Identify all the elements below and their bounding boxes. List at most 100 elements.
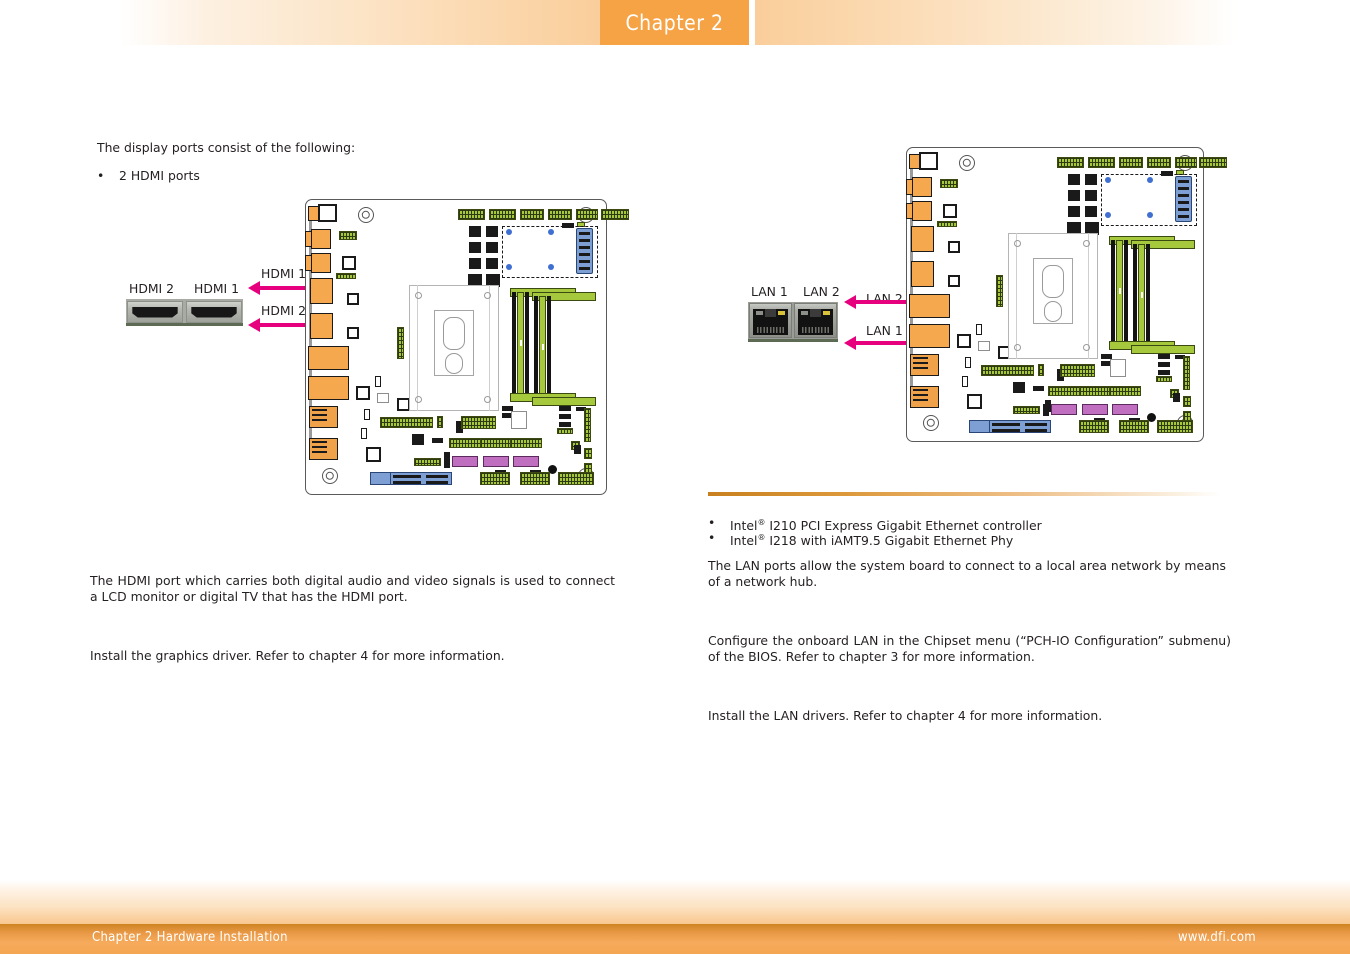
mini-pcie-pin	[1178, 201, 1189, 204]
lan2-photo-label: LAN 2	[803, 284, 840, 299]
header-front-panel	[1060, 364, 1095, 377]
jumper-a	[375, 376, 381, 387]
cpu-hole-tr	[484, 292, 491, 299]
header-small-green-b	[1156, 376, 1172, 382]
header-bottom-1	[480, 472, 510, 485]
header-gradient-left	[120, 0, 600, 45]
jumper-b	[965, 357, 971, 368]
jumper-e	[432, 438, 443, 443]
bullet-hdmi-ports: • 2 HDMI ports	[97, 168, 517, 184]
hdmi-connector-photo	[126, 299, 243, 326]
cpu-die-upper	[1042, 265, 1064, 298]
header-small-green-a	[437, 416, 443, 428]
pcie-contact-row	[393, 481, 421, 484]
dimm-slot-2-right	[547, 296, 551, 402]
header-green-io-b	[937, 221, 957, 227]
chip-io-7	[978, 341, 990, 351]
chip-io-7	[377, 393, 389, 403]
header-bottom-3	[558, 472, 594, 485]
header-top-5	[576, 209, 598, 220]
dimm-slot-1-left	[1111, 240, 1115, 346]
header-top-4	[548, 209, 572, 220]
header-front-panel	[461, 416, 496, 429]
pin-block-4	[1085, 190, 1097, 201]
header-lpc	[981, 365, 1034, 376]
standoff-a	[506, 229, 512, 235]
header-top-6	[1199, 157, 1227, 168]
callout-hdmi1-label: HDMI 1	[259, 266, 309, 281]
header-small-green-b	[557, 428, 573, 434]
io-usb-slot	[312, 414, 327, 416]
header-vertical-right	[584, 408, 591, 442]
pin-block-3	[469, 242, 481, 253]
header-small-green-d	[1183, 396, 1191, 407]
cpu-die-lower	[1044, 301, 1062, 322]
mini-pcie-pin	[579, 253, 590, 256]
dimm-slot-2-left	[1133, 244, 1137, 350]
motherboard-diagram-hdmi	[305, 199, 629, 495]
pin-block-2	[1085, 174, 1097, 185]
pin-block-5	[1068, 206, 1080, 217]
mounting-hole-bottom-left	[923, 415, 939, 431]
motherboard-diagram-lan	[906, 147, 1227, 442]
bullet-intel-i218-label: Intel® I218 with iAMT9.5 Gigabit Etherne…	[730, 533, 1014, 549]
standoff-c	[1105, 212, 1111, 218]
rj45-led-right-icon	[777, 311, 785, 315]
jumper-j	[559, 406, 571, 411]
io-usb-slot	[913, 367, 928, 369]
rj45-led-right-icon	[822, 311, 830, 315]
header-vertical-green	[996, 275, 1003, 307]
header-top-1	[458, 209, 485, 220]
pcie-contact-row	[992, 429, 1020, 432]
hdmi-jack-cavity-icon	[132, 306, 178, 318]
header-green-lower	[414, 458, 441, 466]
standoff-d	[1147, 212, 1153, 218]
header-usb-3	[1109, 386, 1141, 396]
pin-block-1	[469, 226, 481, 237]
io-usb-slot	[913, 399, 928, 401]
chip-io-2	[347, 293, 359, 305]
mini-pcie-pin	[579, 232, 590, 235]
chip-io-6	[366, 447, 381, 462]
header-top-3	[1119, 157, 1143, 168]
io-lan-port-lower	[308, 376, 349, 400]
chip-io-2	[948, 241, 960, 253]
jumper-k	[559, 414, 571, 419]
io-usb-slot	[312, 446, 327, 448]
rj45-pins-icon	[757, 327, 784, 333]
footer-website-link[interactable]: www.dfi.com	[1178, 930, 1256, 945]
mounting-hole-bottom-left	[322, 468, 338, 484]
mini-pcie-pin	[1178, 208, 1189, 211]
rj45-cavity-icon	[798, 309, 833, 335]
pcie-contact-row	[393, 475, 421, 478]
hdmi2-photo-label: HDMI 2	[129, 281, 175, 296]
footer-gradient	[0, 880, 1350, 924]
footer-chapter-label: Chapter 2 Hardware Installation	[92, 930, 288, 945]
header-usb-2	[1079, 386, 1111, 396]
display-ports-intro: The display ports consist of the followi…	[97, 140, 356, 155]
cpu-plate-line	[489, 285, 490, 411]
callout-lan1-label: LAN 1	[864, 323, 905, 338]
dimm-slot-1-right	[525, 292, 529, 398]
chip-io-3	[948, 275, 960, 287]
header-small-green-a	[1038, 364, 1044, 376]
io-lan-port-upper	[308, 346, 349, 370]
cpu-plate-line	[417, 285, 418, 411]
chip-io-6	[967, 394, 982, 409]
bullet-hdmi-ports-label: 2 HDMI ports	[119, 168, 200, 183]
io-power-header	[919, 152, 938, 170]
header-top-6	[601, 209, 629, 220]
dimm-key-2	[542, 344, 544, 350]
rj45-jack-2	[794, 303, 837, 338]
rj45-jack-1	[749, 303, 792, 338]
jumper-p	[444, 456, 450, 468]
io-usb-slot	[913, 389, 928, 391]
dimm-slot-2-right	[1146, 244, 1150, 350]
bullet-marker-icon: •	[708, 530, 716, 545]
sata-port-2	[1082, 404, 1108, 415]
speaker-outline	[511, 411, 527, 429]
sata-port-1	[1051, 404, 1077, 415]
jumper-b	[364, 409, 370, 420]
standoff-a	[1105, 177, 1111, 183]
mini-pcie-pin	[1178, 187, 1189, 190]
